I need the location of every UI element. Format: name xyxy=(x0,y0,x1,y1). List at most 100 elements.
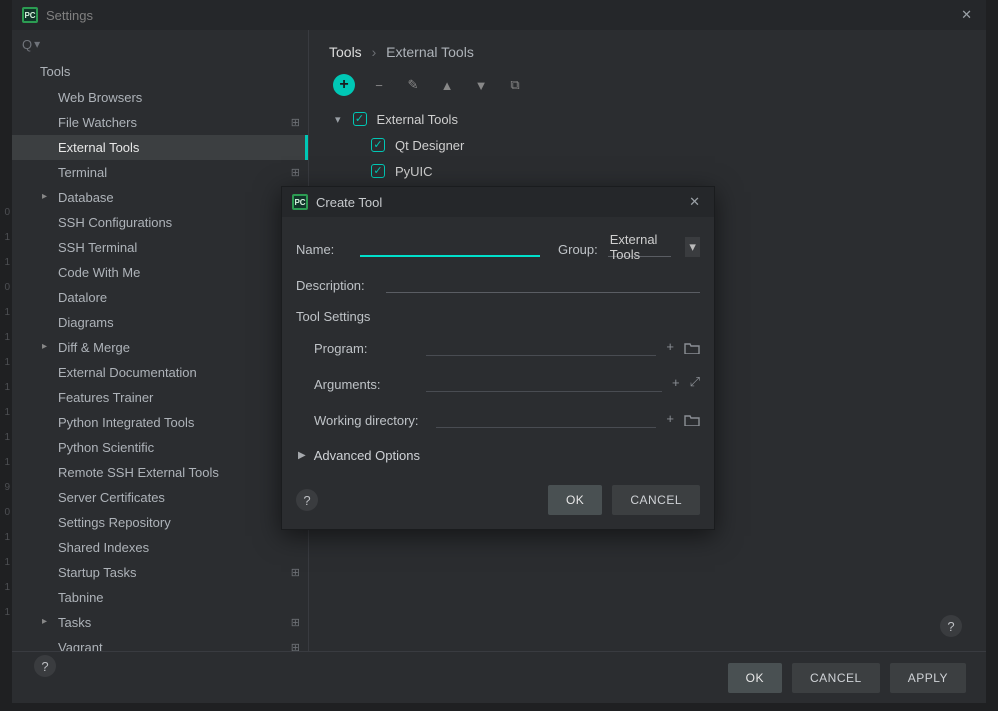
sidebar-item[interactable]: ▸Tasks⊞ xyxy=(12,610,308,635)
dialog-close-icon[interactable]: ✕ xyxy=(685,194,704,210)
sidebar-item-label: Python Integrated Tools xyxy=(58,415,194,430)
footer: OK CANCEL APPLY xyxy=(12,651,986,703)
sidebar-item[interactable]: Vagrant⊞ xyxy=(12,635,308,651)
sidebar-item[interactable]: Tabnine xyxy=(12,585,308,610)
dialog-cancel-button[interactable]: CANCEL xyxy=(612,485,700,515)
sidebar-item-label: Terminal xyxy=(58,165,107,180)
arguments-input[interactable] xyxy=(426,372,662,392)
help-button[interactable]: ? xyxy=(34,655,56,677)
description-input[interactable] xyxy=(386,273,700,293)
toolbar: + − ✎ ▲ ▼ ⧉ xyxy=(329,70,966,106)
tool-label: Qt Designer xyxy=(395,138,464,153)
sidebar-item[interactable]: Python Integrated Tools⊞ xyxy=(12,410,308,435)
sidebar-item[interactable]: ▸Database xyxy=(12,185,308,210)
sidebar-item[interactable]: SSH Configurations xyxy=(12,210,308,235)
sidebar-item[interactable]: File Watchers⊞ xyxy=(12,110,308,135)
cancel-button[interactable]: CANCEL xyxy=(792,663,880,693)
help-button-right[interactable]: ? xyxy=(940,615,962,637)
ok-button[interactable]: OK xyxy=(728,663,782,693)
sidebar-item-label: Python Scientific xyxy=(58,440,154,455)
sidebar-item[interactable]: External Documentation xyxy=(12,360,308,385)
sidebar-item[interactable]: Shared Indexes xyxy=(12,535,308,560)
expand-icon[interactable]: ⤢ xyxy=(690,374,700,390)
sidebar-item-label: Settings Repository xyxy=(58,515,171,530)
group-select[interactable]: External Tools xyxy=(608,237,672,257)
name-input[interactable] xyxy=(360,237,540,257)
group-label: Group: xyxy=(558,242,598,257)
sidebar-item[interactable]: Features Trainer xyxy=(12,385,308,410)
sidebar-item-label: Shared Indexes xyxy=(58,540,149,555)
workdir-input[interactable] xyxy=(436,408,656,428)
tool-checkbox[interactable]: ✓ xyxy=(371,138,385,152)
window-title: Settings xyxy=(46,8,93,23)
move-down-button[interactable]: ▼ xyxy=(471,75,491,95)
search-chevron-icon: ▾ xyxy=(34,37,40,51)
sidebar-item[interactable]: Server Certificates xyxy=(12,485,308,510)
group-dropdown-button[interactable]: ▾ xyxy=(685,237,700,257)
dialog-ok-button[interactable]: OK xyxy=(548,485,602,515)
sidebar-item[interactable]: Diagrams xyxy=(12,310,308,335)
tools-tree: ▾ ✓ External Tools ✓ Qt Designer ✓ PyUIC xyxy=(329,106,966,184)
insert-macro-icon[interactable]: + xyxy=(666,339,674,354)
create-tool-dialog: PC Create Tool ✕ Name: Group: External T… xyxy=(281,186,715,530)
sidebar-item-label: Tasks xyxy=(58,615,91,630)
titlebar: PC Settings ✕ xyxy=(12,0,986,30)
apply-button[interactable]: APPLY xyxy=(890,663,966,693)
sidebar-item[interactable]: ▸ Diff & Merge xyxy=(12,335,308,360)
browse-folder-icon[interactable] xyxy=(684,342,700,354)
breadcrumb: Tools › External Tools xyxy=(329,40,966,70)
sidebar-item[interactable]: Settings Repository xyxy=(12,510,308,535)
scope-badge-icon: ⊞ xyxy=(291,166,300,179)
sidebar-item-label: Web Browsers xyxy=(58,90,142,105)
edit-button[interactable]: ✎ xyxy=(403,75,423,95)
arguments-label: Arguments: xyxy=(296,377,416,392)
dialog-titlebar: PC Create Tool ✕ xyxy=(282,187,714,217)
close-icon[interactable]: ✕ xyxy=(957,7,976,23)
copy-button[interactable]: ⧉ xyxy=(505,75,525,95)
browse-folder-icon[interactable] xyxy=(684,414,700,426)
sidebar-item-label: Startup Tasks xyxy=(58,565,137,580)
move-up-button[interactable]: ▲ xyxy=(437,75,457,95)
breadcrumb-leaf: External Tools xyxy=(386,44,474,60)
tool-item[interactable]: ✓ PyUIC xyxy=(335,158,966,184)
sidebar-item-label: Code With Me xyxy=(58,265,140,280)
sidebar-item[interactable]: External Tools xyxy=(12,135,308,160)
add-button[interactable]: + xyxy=(333,74,355,96)
remove-button[interactable]: − xyxy=(369,75,389,95)
sidebar-item[interactable]: Datalore xyxy=(12,285,308,310)
search-row[interactable]: Q▾ xyxy=(12,30,308,58)
chevron-down-icon: ▾ xyxy=(335,113,341,126)
sidebar-item-label: Diff & Merge xyxy=(58,340,130,355)
sidebar-item-label: Datalore xyxy=(58,290,107,305)
sidebar-item[interactable]: Remote SSH External Tools⊞ xyxy=(12,460,308,485)
group-checkbox[interactable]: ✓ xyxy=(353,112,367,126)
description-label: Description: xyxy=(296,278,376,293)
program-label: Program: xyxy=(296,341,416,356)
sidebar-item-label: Features Trainer xyxy=(58,390,153,405)
chevron-right-icon: ▸ xyxy=(42,341,47,352)
scope-badge-icon: ⊞ xyxy=(291,566,300,579)
sidebar-item[interactable]: Python Scientific⊞ xyxy=(12,435,308,460)
sidebar-item-label: SSH Configurations xyxy=(58,215,172,230)
insert-macro-icon[interactable]: + xyxy=(666,411,674,426)
group-value: External Tools xyxy=(610,232,670,262)
tools-group-row[interactable]: ▾ ✓ External Tools xyxy=(335,106,966,132)
tool-checkbox[interactable]: ✓ xyxy=(371,164,385,178)
sidebar-header: Tools xyxy=(12,58,308,85)
sidebar-item-label: File Watchers xyxy=(58,115,137,130)
insert-macro-icon[interactable]: + xyxy=(672,375,680,390)
sidebar-item[interactable]: Startup Tasks ⊞ xyxy=(12,560,308,585)
sidebar-item[interactable]: Web Browsers xyxy=(12,85,308,110)
chevron-right-icon: ▶ xyxy=(298,450,306,461)
sidebar-item[interactable]: Code With Me xyxy=(12,260,308,285)
advanced-options-toggle[interactable]: ▶ Advanced Options xyxy=(296,436,700,471)
dialog-help-button[interactable]: ? xyxy=(296,489,318,511)
sidebar-item[interactable]: SSH Terminal⊞ xyxy=(12,235,308,260)
workdir-label: Working directory: xyxy=(296,413,426,428)
sidebar-item[interactable]: Terminal ⊞ xyxy=(12,160,308,185)
app-icon: PC xyxy=(292,194,308,210)
program-input[interactable] xyxy=(426,336,656,356)
breadcrumb-root[interactable]: Tools xyxy=(329,44,362,60)
app-icon: PC xyxy=(22,7,38,23)
tool-item[interactable]: ✓ Qt Designer xyxy=(335,132,966,158)
